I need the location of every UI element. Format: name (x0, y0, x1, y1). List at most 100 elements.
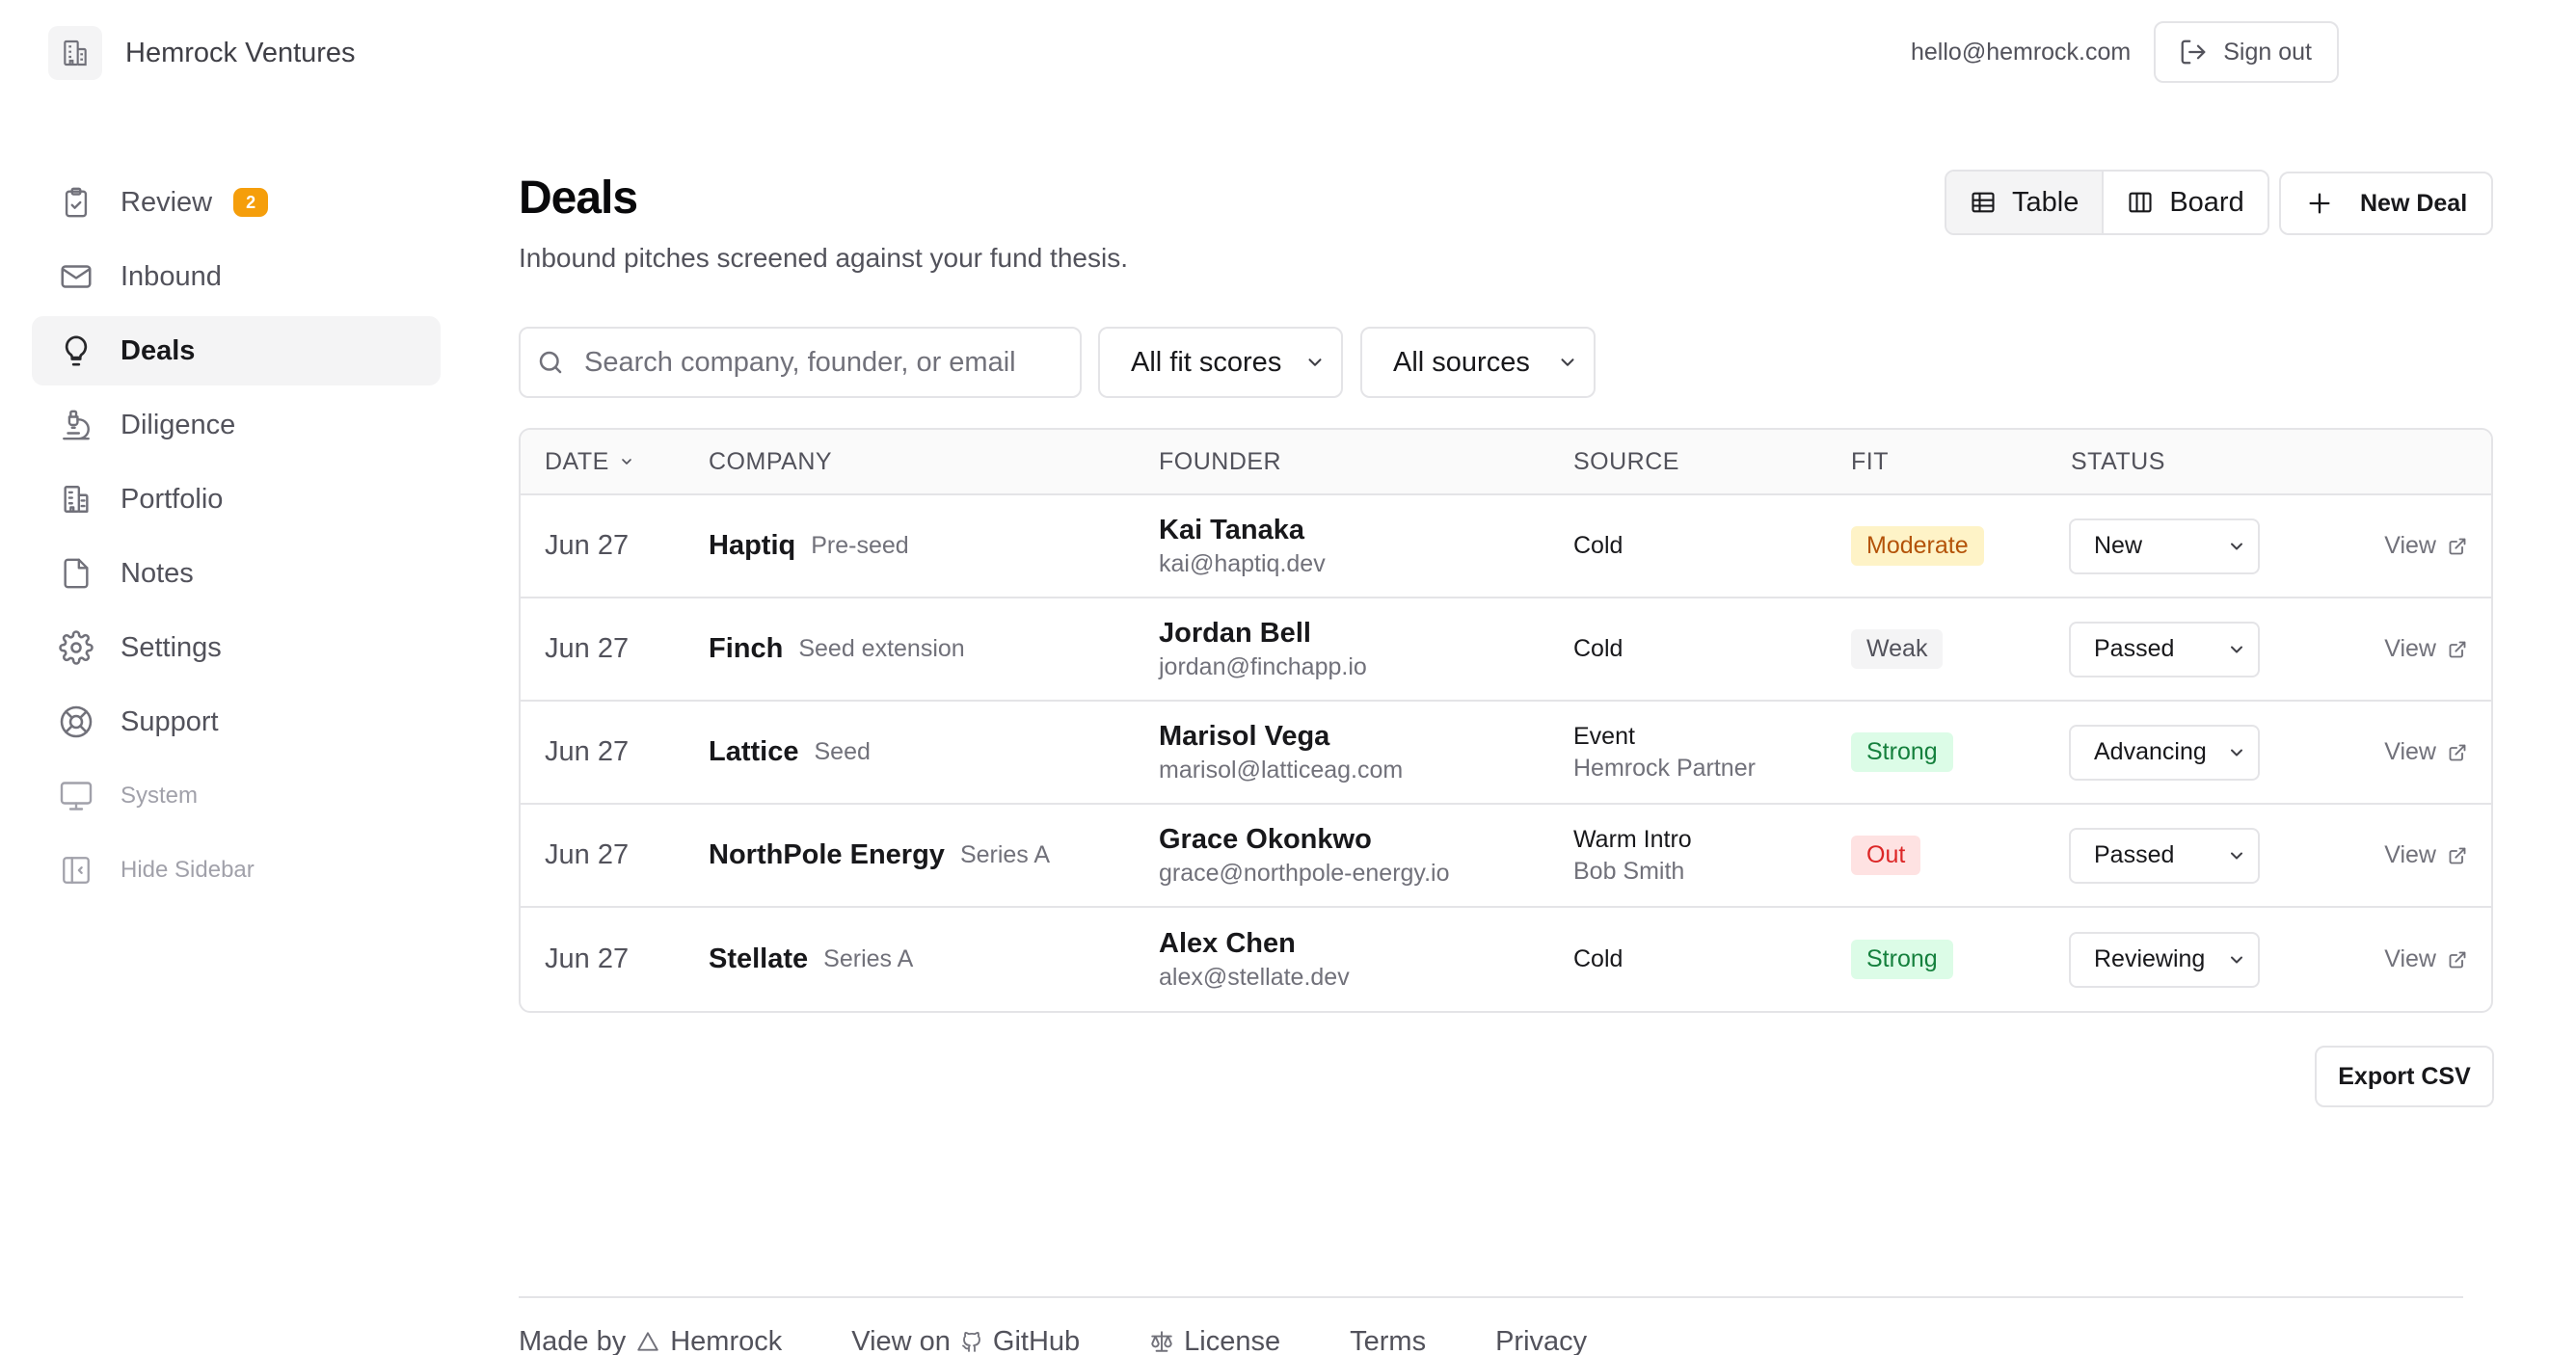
company-stage: Seed extension (798, 635, 965, 662)
row-company: NorthPole Energy Series A (709, 805, 1050, 906)
plus-icon (2306, 190, 2333, 217)
status-value: Reviewing (2094, 945, 2206, 972)
github-icon (960, 1330, 983, 1353)
sidebar-item-system[interactable]: System (32, 761, 441, 831)
column-label: DATE (545, 447, 609, 475)
view-link[interactable]: View (2384, 908, 2467, 1011)
view-label: View (2384, 841, 2436, 868)
company-stage: Seed (814, 738, 871, 765)
fit-badge: Out (1851, 836, 1921, 875)
fit-score-filter[interactable]: All fit scores (1098, 327, 1343, 398)
row-company: Lattice Seed (709, 702, 871, 803)
view-link[interactable]: View (2384, 598, 2467, 700)
column-header-fit: FIT (1851, 430, 1889, 493)
export-csv-button[interactable]: Export CSV (2315, 1046, 2494, 1107)
sidebar: Review 2 Inbound Deals Diligence Portfol… (32, 168, 441, 910)
company-name: Stellate (709, 943, 809, 974)
column-label: COMPANY (709, 447, 833, 475)
board-view-button[interactable]: Board (2102, 172, 2267, 233)
status-value: New (2094, 532, 2143, 559)
panel-left-icon (57, 851, 95, 890)
status-select[interactable]: Passed (2069, 621, 2260, 678)
terms-link[interactable]: Terms (1350, 1326, 1426, 1355)
made-by-link[interactable]: Made by Hemrock (519, 1326, 782, 1355)
status-select[interactable]: New (2069, 518, 2260, 574)
sidebar-item-notes[interactable]: Notes (32, 539, 441, 608)
sidebar-item-review[interactable]: Review 2 (32, 168, 441, 237)
source-type: Warm Intro (1573, 825, 1692, 853)
brand[interactable]: Hemrock Ventures (48, 24, 356, 82)
column-header-date[interactable]: DATE (545, 430, 634, 493)
sidebar-item-support[interactable]: Support (32, 687, 441, 757)
row-company: Haptiq Pre-seed (709, 495, 909, 597)
view-link[interactable]: View (2384, 495, 2467, 597)
source-type: Cold (1573, 532, 1623, 559)
external-link-icon (2448, 950, 2467, 970)
status-value: Passed (2094, 841, 2175, 868)
fit-badge: Strong (1851, 732, 1953, 772)
status-select[interactable]: Reviewing (2069, 931, 2260, 988)
column-header-founder: FOUNDER (1159, 430, 1281, 493)
lightbulb-icon (57, 332, 95, 370)
made-by-label: Made by (519, 1325, 627, 1355)
row-date: Jun 27 (545, 633, 630, 664)
row-source: Event Hemrock Partner (1573, 702, 1756, 803)
row-founder: Kai Tanaka kai@haptiq.dev (1159, 495, 1326, 597)
source-type: Event (1573, 722, 1635, 750)
sidebar-item-label: Inbound (121, 260, 222, 292)
row-status: New (2069, 495, 2260, 597)
brand-name: Hemrock Ventures (125, 37, 356, 68)
columns-icon (2127, 189, 2154, 216)
sidebar-item-diligence[interactable]: Diligence (32, 390, 441, 460)
sidebar-item-label: Hide Sidebar (121, 857, 255, 883)
view-label: View (2384, 635, 2436, 662)
table-view-button[interactable]: Table (1946, 172, 2103, 233)
row-fit: Out (1851, 805, 1921, 906)
status-select[interactable]: Advancing (2069, 724, 2260, 781)
row-status: Passed (2069, 805, 2260, 906)
sidebar-item-label: Settings (121, 631, 222, 663)
chevron-down-icon (2227, 640, 2246, 659)
sidebar-item-portfolio[interactable]: Portfolio (32, 465, 441, 534)
founder-name: Grace Okonkwo (1159, 823, 1372, 855)
external-link-icon (2448, 743, 2467, 762)
sidebar-item-settings[interactable]: Settings (32, 613, 441, 682)
microscope-icon (57, 406, 95, 444)
view-label: View (2384, 738, 2436, 765)
sidebar-item-inbound[interactable]: Inbound (32, 242, 441, 311)
fit-filter-value: All fit scores (1131, 346, 1282, 378)
github-label: GitHub (992, 1325, 1081, 1355)
license-link[interactable]: License (1149, 1326, 1280, 1355)
view-link[interactable]: View (2384, 702, 2467, 803)
chevron-down-icon (2227, 846, 2246, 865)
page-title: Deals (519, 173, 638, 224)
sign-out-button[interactable]: Sign out (2154, 21, 2339, 83)
view-link[interactable]: View (2384, 805, 2467, 906)
sidebar-item-deals[interactable]: Deals (32, 316, 441, 385)
table-row: Jun 27 Stellate Series A Alex Chen alex@… (521, 908, 2491, 1011)
privacy-label: Privacy (1495, 1325, 1588, 1355)
founder-name: Alex Chen (1159, 927, 1296, 959)
page-subtitle: Inbound pitches screened against your fu… (519, 243, 1128, 273)
search-input[interactable]: Search company, founder, or email (519, 327, 1082, 398)
company-stage: Series A (823, 945, 914, 972)
hide-sidebar-button[interactable]: Hide Sidebar (32, 836, 441, 905)
column-header-company: COMPANY (709, 430, 832, 493)
table-row: Jun 27 Lattice Seed Marisol Vega marisol… (521, 702, 2491, 805)
new-deal-button[interactable]: New Deal (2279, 172, 2493, 235)
sidebar-item-label: System (121, 783, 199, 809)
status-select[interactable]: Passed (2069, 827, 2260, 884)
company-name: Lattice (709, 736, 799, 767)
scale-icon (1149, 1329, 1174, 1354)
row-fit: Weak (1851, 598, 1944, 700)
source-filter[interactable]: All sources (1360, 327, 1596, 398)
row-fit: Moderate (1851, 495, 1984, 597)
company-name: Finch (709, 633, 784, 664)
github-link[interactable]: View on GitHub (851, 1326, 1080, 1355)
founder-email: grace@northpole-energy.io (1159, 859, 1450, 887)
privacy-link[interactable]: Privacy (1495, 1326, 1587, 1355)
sidebar-item-label: Portfolio (121, 483, 224, 515)
table-header: DATE COMPANY FOUNDER SOURCE FIT STATUS (521, 430, 2491, 495)
building-icon (48, 26, 102, 80)
founder-email: kai@haptiq.dev (1159, 549, 1326, 577)
